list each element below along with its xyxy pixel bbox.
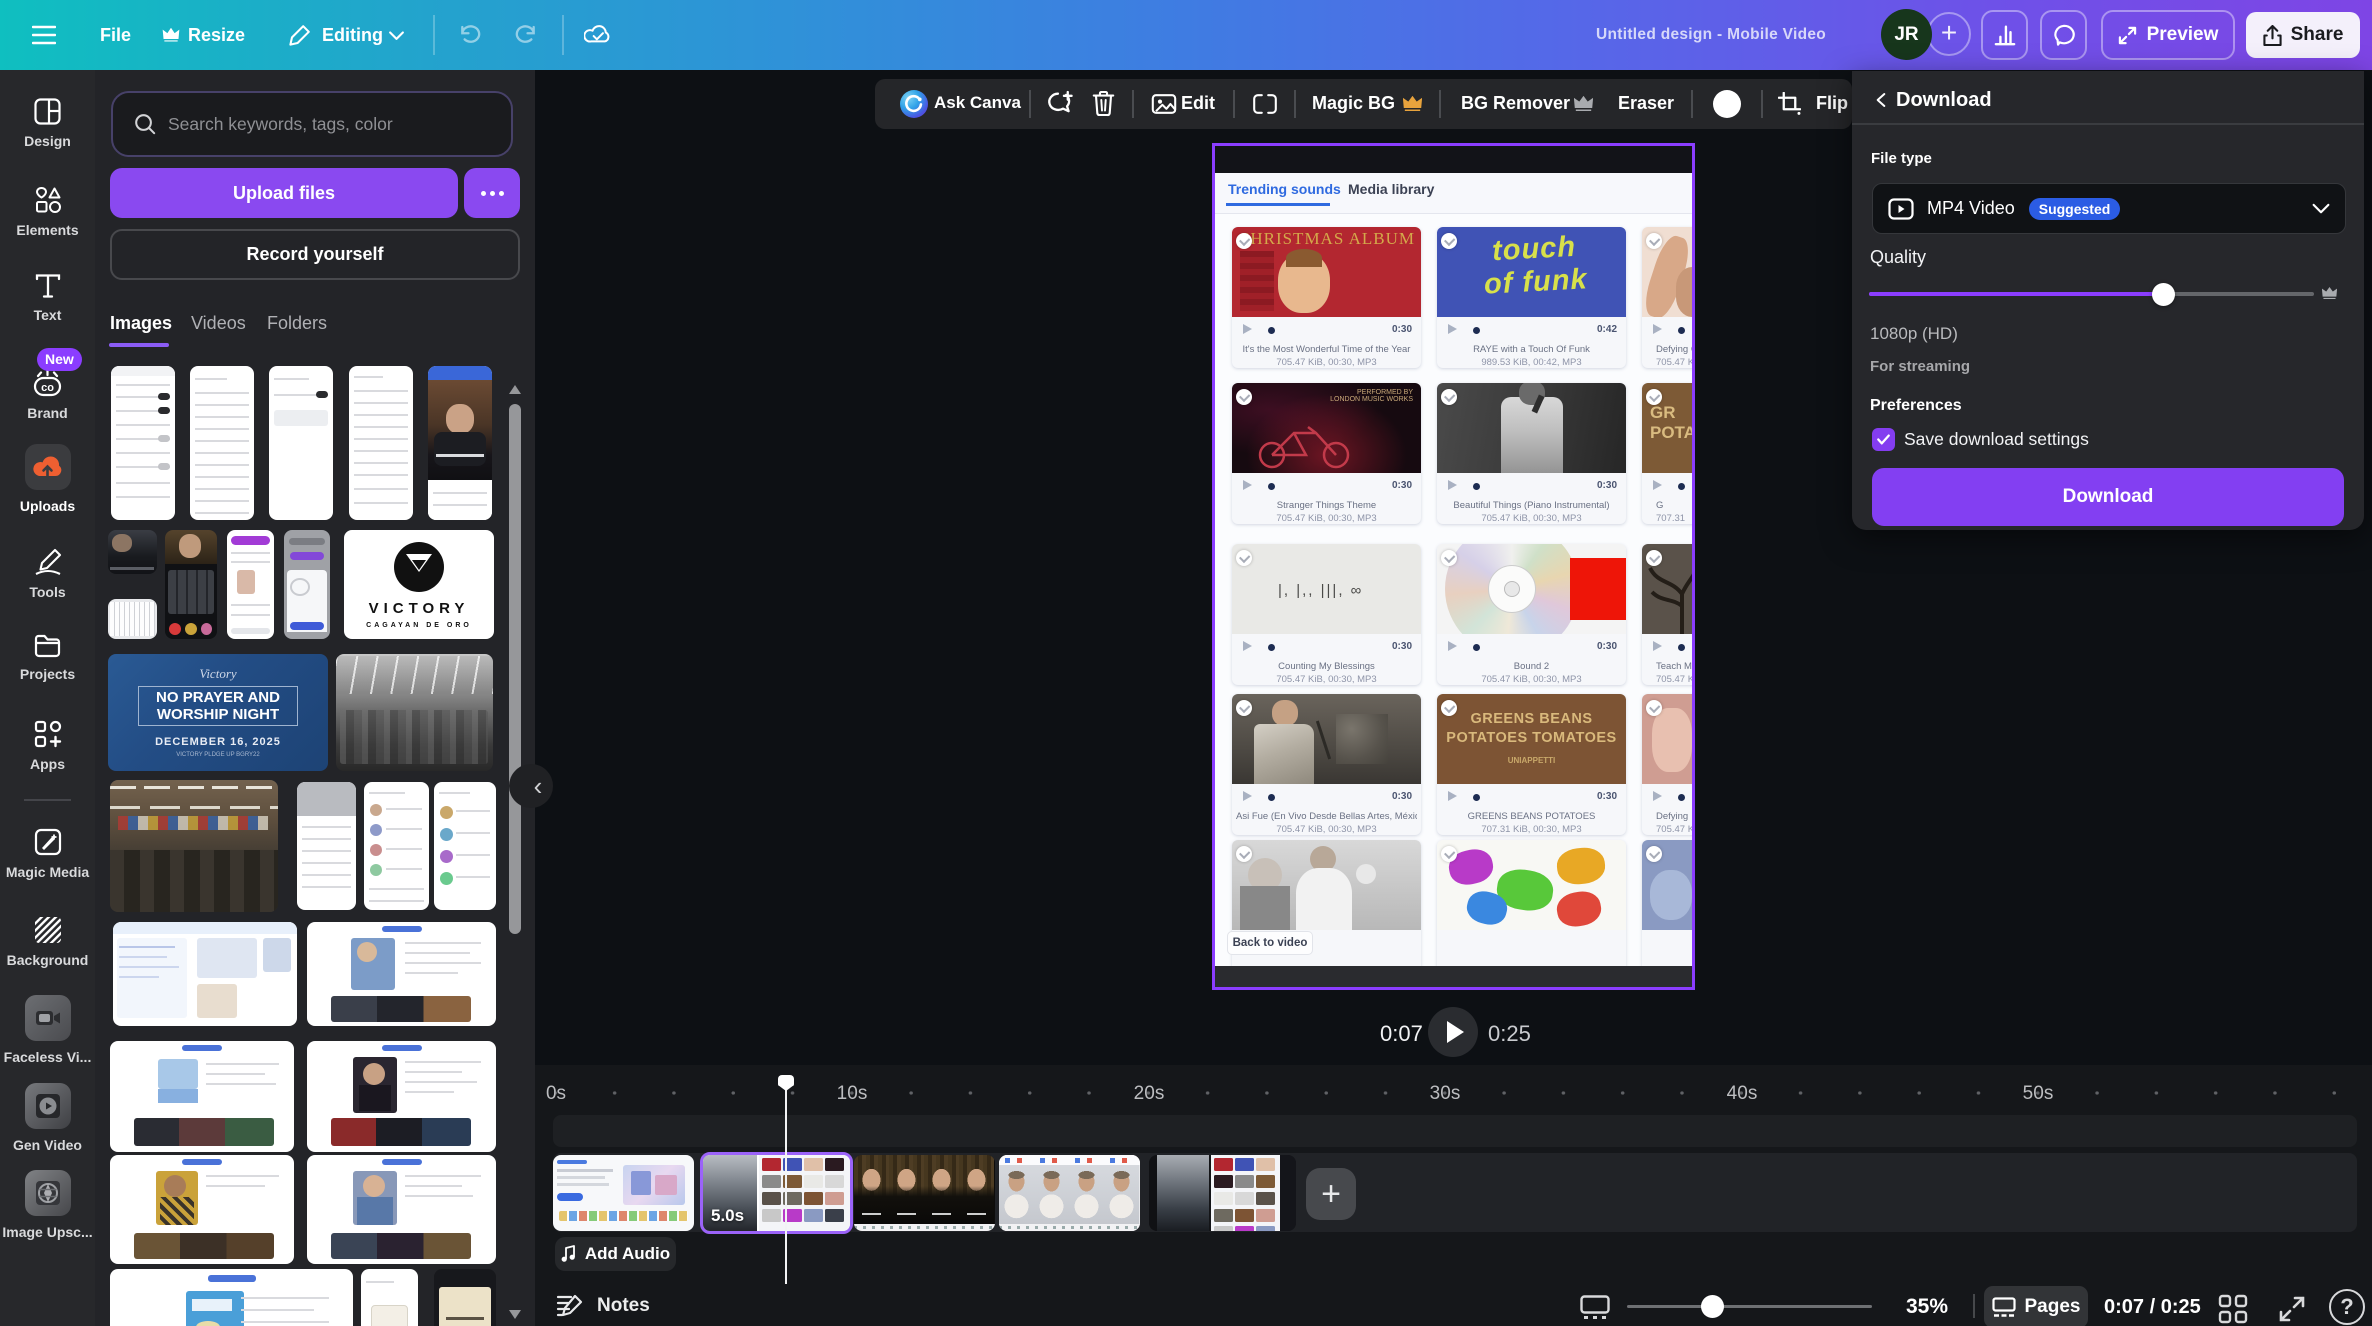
svg-text:co: co <box>41 382 54 394</box>
